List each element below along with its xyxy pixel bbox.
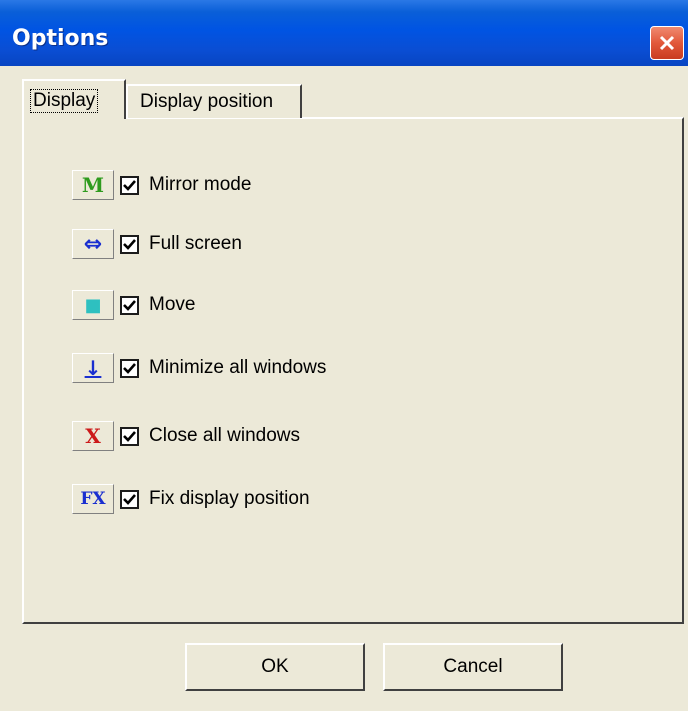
close-button[interactable]: [650, 26, 684, 60]
tab-display[interactable]: Display: [22, 79, 126, 119]
tab-display-position[interactable]: Display position: [126, 84, 302, 118]
ok-button[interactable]: OK: [185, 643, 365, 691]
title-bar[interactable]: Options: [0, 0, 688, 66]
cancel-button[interactable]: Cancel: [383, 643, 563, 691]
window-title: Options: [12, 26, 109, 51]
tab-display-label: Display: [30, 89, 99, 113]
ok-label: OK: [261, 656, 289, 677]
close-icon: [659, 35, 675, 51]
tab-panel: [22, 117, 684, 624]
cancel-label: Cancel: [443, 656, 503, 677]
tab-display-position-label: Display position: [140, 91, 274, 112]
